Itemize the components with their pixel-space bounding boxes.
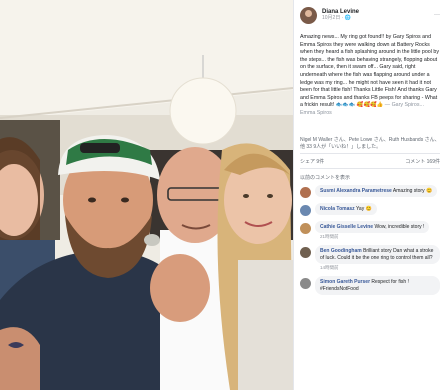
share-count[interactable]: シェア 9件 [300,158,324,165]
comment-item: Simon Gareth Purser Respect for fish ! #… [300,276,440,296]
post-text: Amazing news... My ring got found!! by G… [300,34,439,109]
post-header: Diana Levine 10月2日 · 🌐 ··· [300,4,440,26]
comment-bubble: Nicola Tomasz Yay 😊 [315,202,377,216]
comment-author[interactable]: Cathie Gisselle Levine [320,224,373,230]
comment-item: Nicola Tomasz Yay 😊 [300,202,440,216]
post-text-emoji-2: 🥰🥰🥰👍 [356,102,384,109]
comment-time[interactable]: 14時間前 [320,265,440,271]
post-text-block: Amazing news... My ring got found!! by G… [300,34,440,118]
reactions-summary[interactable]: Nigel M Waller さん、Pete Lowe さん、Ruth Husb… [300,136,440,154]
more-options-icon[interactable]: ··· [434,12,440,18]
photo-illustration [0,0,293,390]
comment-item: Susmi Alexandra Parametrese Amazing stor… [300,184,440,198]
comment-author[interactable]: Simon Gareth Purser [320,279,370,285]
avatar[interactable] [300,186,311,198]
avatar[interactable] [300,278,311,290]
comment-bubble: Simon Gareth Purser Respect for fish ! #… [315,276,440,296]
comment-bubble: Cathie Gisselle Levine Wow, incredible s… [315,220,430,234]
avatar[interactable] [300,222,311,234]
comment-author[interactable]: Nicola Tomasz [320,206,355,212]
avatar[interactable] [300,204,311,216]
post-panel: Diana Levine 10月2日 · 🌐 ··· Amazing news.… [293,0,445,390]
comment-text: Wow, incredible story ! [374,223,425,230]
post-actions: シェア 9件 コメント 169件 [300,154,440,169]
view-previous-comments-link[interactable]: 以前のコメントを表示 [300,174,440,181]
avatar[interactable] [300,247,311,259]
post-meta[interactable]: 10月2日 · 🌐 [322,15,359,22]
comment-list: Susmi Alexandra Parametrese Amazing stor… [300,184,440,296]
comment-author[interactable]: Susmi Alexandra Parametrese [320,188,392,194]
comment-time[interactable]: 21時間前 [320,234,429,240]
comment-bubble: Ben Goodingham Brilliant story Dan what … [315,245,440,265]
comment-text: Yay 😊 [355,205,372,212]
comment-item: Ben Goodingham Brilliant story Dan what … [300,245,440,271]
comment-item: Cathie Gisselle Levine Wow, incredible s… [300,220,440,241]
post-photo[interactable] [0,0,293,390]
comment-text: Amazing story 😊 [392,187,433,194]
avatar[interactable] [300,6,317,24]
reactions-text: Nigel M Waller さん、Pete Lowe さん、Ruth Husb… [300,136,440,150]
comment-bubble: Susmi Alexandra Parametrese Amazing stor… [315,184,438,198]
comment-count[interactable]: コメント 169件 [405,158,440,165]
comment-author[interactable]: Ben Goodingham [320,248,362,254]
post-text-emoji: 🐟🐟🐟 [335,102,356,109]
